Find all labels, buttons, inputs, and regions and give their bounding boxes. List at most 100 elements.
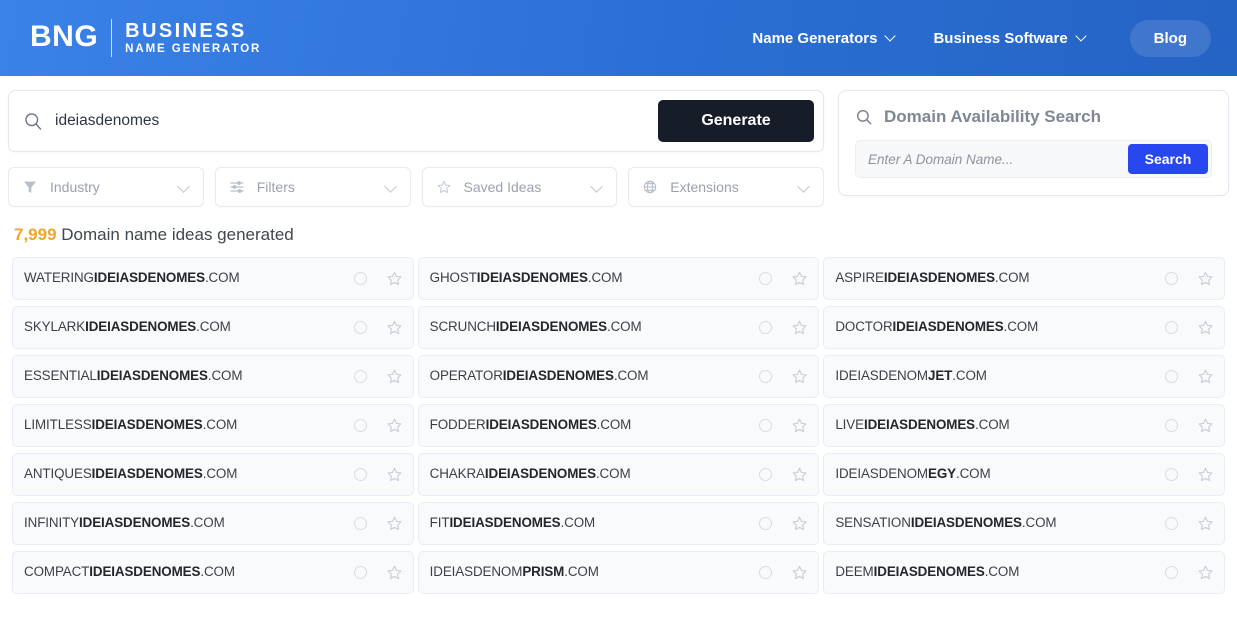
results-heading: 7,999 Domain name ideas generated — [14, 225, 1229, 245]
domain-result-row[interactable]: LIMITLESSIDEIASDENOMES.COM — [12, 404, 414, 447]
domain-result-row[interactable]: IDEIASDENOMPRISM.COM — [417, 551, 820, 594]
star-outline-icon[interactable] — [1197, 417, 1214, 434]
star-outline-icon[interactable] — [386, 564, 403, 581]
star-outline-icon[interactable] — [791, 515, 808, 532]
domain-result-row[interactable]: COMPACTIDEIASDENOMES.COM — [12, 551, 414, 594]
star-outline-icon[interactable] — [1197, 515, 1214, 532]
star-outline-icon[interactable] — [1197, 466, 1214, 483]
results-grid: WATERINGIDEIASDENOMES.COM GHOSTIDEIASDENO… — [8, 257, 1229, 594]
nav-item-business-software[interactable]: Business Software — [917, 20, 1103, 57]
domain-result-row[interactable]: SENSATIONIDEIASDENOMES.COM — [823, 502, 1225, 545]
globe-icon — [644, 180, 657, 194]
domain-name: FITIDEIASDENOMES.COM — [429, 515, 596, 531]
domain-name: OPERATORIDEIASDENOMES.COM — [429, 368, 649, 384]
domain-name: CHAKRAIDEIASDENOMES.COM — [429, 466, 631, 482]
funnel-icon — [24, 181, 36, 193]
star-outline-icon[interactable] — [791, 319, 808, 336]
domain-result-row[interactable]: DOCTORIDEIASDENOMES.COM — [823, 306, 1225, 349]
domain-result-row[interactable]: OPERATORIDEIASDENOMES.COM — [417, 355, 820, 398]
loading-circle-icon — [759, 517, 773, 530]
keyword-search-bar: Generate — [8, 90, 824, 152]
domain-name: WATERINGIDEIASDENOMES.COM — [24, 270, 240, 286]
star-outline-icon[interactable] — [791, 270, 808, 287]
star-outline-icon[interactable] — [791, 564, 808, 581]
star-outline-icon[interactable] — [791, 368, 808, 385]
domain-result-row[interactable]: GHOSTIDEIASDENOMES.COM — [417, 257, 820, 300]
domain-availability-panel: Domain Availability Search Search — [838, 90, 1229, 196]
loading-circle-icon — [759, 419, 773, 432]
star-outline-icon[interactable] — [1197, 564, 1214, 581]
star-outline-icon[interactable] — [791, 466, 808, 483]
domain-result-row[interactable]: FITIDEIASDENOMES.COM — [417, 502, 820, 545]
filter-filters[interactable]: Filters — [214, 167, 411, 207]
domain-result-row[interactable]: CHAKRAIDEIASDENOMES.COM — [417, 453, 820, 496]
domain-name: GHOSTIDEIASDENOMES.COM — [429, 270, 623, 286]
filter-saved-ideas[interactable]: Saved Ideas — [421, 167, 618, 207]
nav-item-blog[interactable]: Blog — [1129, 19, 1211, 57]
domain-name: DOCTORIDEIASDENOMES.COM — [835, 319, 1039, 335]
nav-item-name-generators[interactable]: Name Generators — [736, 20, 913, 57]
loading-circle-icon — [1164, 517, 1178, 530]
star-outline-icon[interactable] — [386, 515, 403, 532]
domain-name: IDEIASDENOMJET.COM — [835, 368, 987, 384]
filter-label: Saved Ideas — [463, 179, 542, 195]
domain-result-row[interactable]: DEEMIDEIASDENOMES.COM — [823, 551, 1225, 594]
loading-circle-icon — [759, 468, 773, 481]
domain-result-row[interactable]: FODDERIDEIASDENOMES.COM — [417, 404, 820, 447]
domain-name: INFINITYIDEIASDENOMES.COM — [24, 515, 225, 531]
domain-search-button[interactable]: Search — [1128, 144, 1208, 174]
filter-label: Industry — [50, 179, 100, 195]
logo[interactable]: BNG BUSINESS NAME GENERATOR — [30, 19, 261, 57]
loading-circle-icon — [1164, 566, 1178, 579]
availability-title-text: Domain Availability Search — [884, 107, 1101, 126]
star-outline-icon[interactable] — [1197, 319, 1214, 336]
search-input[interactable] — [55, 112, 658, 130]
loading-circle-icon — [759, 370, 773, 383]
loading-circle-icon — [759, 566, 773, 579]
domain-result-row[interactable]: WATERINGIDEIASDENOMES.COM — [12, 257, 414, 300]
domain-name: ANTIQUESIDEIASDENOMES.COM — [24, 466, 238, 482]
star-outline-icon[interactable] — [386, 368, 403, 385]
star-outline-icon[interactable] — [1197, 270, 1214, 287]
sliders-icon — [230, 181, 244, 193]
generate-button[interactable]: Generate — [658, 100, 814, 142]
domain-result-row[interactable]: LIVEIDEIASDENOMES.COM — [823, 404, 1225, 447]
chevron-down-icon — [798, 181, 811, 194]
nav-label: Blog — [1153, 29, 1187, 47]
domain-result-row[interactable]: ASPIREIDEIASDENOMES.COM — [823, 257, 1225, 300]
domain-name: ESSENTIALIDEIASDENOMES.COM — [24, 368, 243, 384]
filter-extensions[interactable]: Extensions — [628, 167, 824, 207]
domain-result-row[interactable]: ANTIQUESIDEIASDENOMES.COM — [12, 453, 414, 496]
filter-industry[interactable]: Industry — [8, 167, 204, 207]
logo-line-2: NAME GENERATOR — [125, 42, 262, 55]
results-caption: Domain name ideas generated — [56, 225, 294, 244]
domain-result-row[interactable]: SKYLARKIDEIASDENOMES.COM — [12, 306, 414, 349]
chevron-down-icon — [1077, 31, 1088, 42]
star-outline-icon[interactable] — [386, 270, 403, 287]
domain-name: SKYLARKIDEIASDENOMES.COM — [24, 319, 231, 335]
domain-result-row[interactable]: SCRUNCHIDEIASDENOMES.COM — [417, 306, 820, 349]
star-outline-icon[interactable] — [1197, 368, 1214, 385]
domain-result-row[interactable]: ESSENTIALIDEIASDENOMES.COM — [12, 355, 414, 398]
star-outline-icon[interactable] — [386, 417, 403, 434]
loading-circle-icon — [353, 419, 367, 432]
search-icon — [856, 109, 872, 125]
star-outline-icon[interactable] — [386, 466, 403, 483]
chevron-down-icon — [178, 181, 191, 194]
domain-result-row[interactable]: IDEIASDENOMJET.COM — [823, 355, 1225, 398]
domain-name-input[interactable] — [868, 151, 1128, 167]
domain-result-row[interactable]: INFINITYIDEIASDENOMES.COM — [12, 502, 414, 545]
domain-name: FODDERIDEIASDENOMES.COM — [429, 417, 632, 433]
filter-label: Extensions — [670, 179, 739, 195]
star-outline-icon[interactable] — [791, 417, 808, 434]
site-header: BNG BUSINESS NAME GENERATOR Name Generat… — [0, 0, 1237, 76]
search-column: Generate Industry Filters — [8, 90, 824, 207]
page-body: Generate Industry Filters — [0, 76, 1237, 594]
chevron-down-icon — [385, 181, 398, 194]
domain-name: SENSATIONIDEIASDENOMES.COM — [835, 515, 1057, 531]
logo-mark: BNG — [30, 20, 99, 53]
star-outline-icon[interactable] — [386, 319, 403, 336]
domain-result-row[interactable]: IDEIASDENOMEGY.COM — [823, 453, 1225, 496]
availability-title: Domain Availability Search — [855, 107, 1212, 127]
domain-name: DEEMIDEIASDENOMES.COM — [835, 564, 1020, 580]
